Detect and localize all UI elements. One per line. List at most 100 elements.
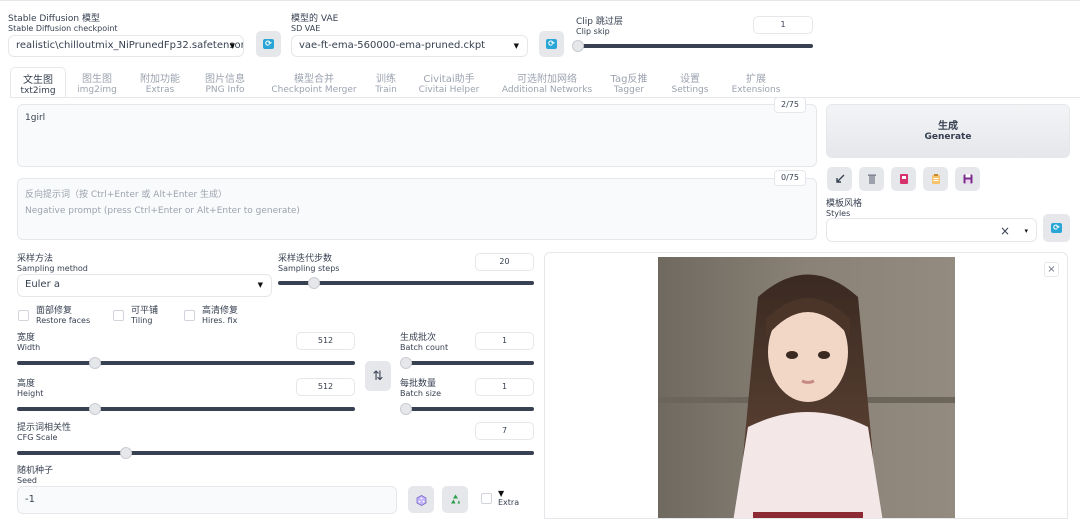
tab-label: 图片信息	[205, 74, 245, 85]
reuse-seed-button[interactable]	[442, 486, 468, 513]
apply-style-button[interactable]	[923, 167, 948, 191]
styles-label-en: Styles	[826, 209, 851, 218]
vae-select[interactable]: vae-ft-ema-560000-ema-pruned.ckpt ▼	[291, 35, 528, 57]
prompt-textarea[interactable]: 1girl	[17, 104, 817, 167]
generate-button[interactable]: 生成 Generate	[826, 104, 1070, 158]
sampling-steps-slider[interactable]	[278, 277, 534, 289]
width-label-zh: 宽度	[17, 333, 36, 343]
batch-count-slider[interactable]	[400, 357, 534, 369]
clipboard-icon	[931, 174, 940, 184]
tab-label-en: PNG Info	[205, 85, 245, 95]
tab-divider	[10, 97, 1080, 98]
tab-label: 扩展	[746, 74, 766, 85]
slider-knob[interactable]	[88, 403, 101, 415]
tab-tagger[interactable]: Tag反推 Tagger	[610, 67, 648, 98]
tab-txt2img[interactable]: 文生图 txt2img	[10, 67, 66, 98]
batch-count-label: 生成批次 Batch count	[400, 334, 448, 353]
styles-select[interactable]: × ▾	[826, 218, 1037, 242]
tab-civitai-helper[interactable]: Civitai助手 Civitai Helper	[418, 67, 480, 98]
slider-knob[interactable]	[400, 403, 412, 415]
tab-img2img[interactable]: 图生图 img2img	[72, 67, 122, 98]
checkpoint-label: Stable Diffusion 模型 Stable Diffusion che…	[8, 14, 118, 34]
cfg-scale-label: 提示词相关性 CFG Scale	[17, 423, 72, 443]
checkbox-label-zh: 高清修复	[202, 306, 239, 316]
sampling-method-select[interactable]: Euler a ▼	[17, 274, 272, 297]
negative-prompt-textarea[interactable]: 反向提示词（按 Ctrl+Enter 或 Alt+Enter 生成） Negat…	[17, 178, 817, 240]
batch-size-slider[interactable]	[400, 403, 534, 415]
save-icon	[963, 174, 972, 184]
batch-count-input[interactable]: 1	[475, 332, 534, 350]
tab-label: 文生图	[23, 75, 53, 86]
clear-icon[interactable]: ×	[1000, 221, 1010, 241]
cfg-scale-slider[interactable]	[17, 447, 534, 459]
swap-dimensions-button[interactable]: ⇅	[365, 361, 391, 391]
height-slider[interactable]	[17, 403, 355, 415]
top-border	[0, 0, 1080, 1]
slider-knob[interactable]	[88, 357, 101, 369]
hires-fix-checkbox[interactable]	[184, 310, 195, 321]
tiling-checkbox[interactable]	[113, 310, 124, 321]
tab-png-info[interactable]: 图片信息 PNG Info	[198, 67, 252, 98]
checkpoint-select[interactable]: realistic\chilloutmix_NiPrunedFp32.safet…	[8, 35, 244, 57]
refresh-checkpoint-button[interactable]: ⟳	[256, 31, 281, 57]
styles-label-zh: 模板风格	[826, 199, 863, 209]
seed-label-zh: 随机种子	[17, 466, 54, 476]
seed-label-en: Seed	[17, 476, 37, 485]
save-style-button[interactable]	[955, 167, 980, 191]
tab-additional-networks[interactable]: 可选附加网络 Additional Networks	[498, 67, 596, 98]
cfg-scale-input[interactable]: 7	[475, 422, 534, 440]
width-slider[interactable]	[17, 357, 355, 369]
tab-extras[interactable]: 附加功能 Extras	[134, 67, 186, 98]
clip-skip-slider[interactable]	[572, 40, 813, 52]
slider-knob[interactable]	[307, 277, 320, 289]
width-input[interactable]: 512	[296, 332, 355, 350]
sampling-steps-label: 采样迭代步数 Sampling steps	[278, 255, 339, 274]
tab-checkpoint-merger[interactable]: 模型合并 Checkpoint Merger	[266, 67, 362, 98]
refresh-icon: ⟳	[546, 39, 557, 49]
restore-faces-checkbox[interactable]	[18, 310, 29, 321]
sampling-steps-input[interactable]: 20	[475, 253, 534, 271]
extra-seed-checkbox[interactable]	[481, 493, 492, 504]
clip-skip-input[interactable]: 1	[753, 16, 813, 34]
cfg-scale-label-zh: 提示词相关性	[17, 423, 72, 433]
tab-label: 模型合并	[294, 74, 334, 85]
refresh-icon: ⟳	[263, 39, 274, 49]
generate-label-zh: 生成	[938, 121, 958, 132]
style-card-icon	[899, 174, 908, 184]
arrow-icon	[835, 174, 844, 183]
checkbox-label-en: Restore faces	[36, 316, 91, 325]
read-params-button[interactable]	[827, 167, 852, 191]
tab-label-en: Train	[375, 85, 397, 95]
seed-input[interactable]: -1	[17, 486, 397, 514]
random-seed-button[interactable]	[408, 486, 434, 513]
negative-prompt-placeholder-en: Negative prompt (press Ctrl+Enter or Alt…	[25, 206, 300, 216]
slider-knob[interactable]	[400, 357, 412, 369]
tab-label: Tag反推	[610, 74, 648, 85]
chevron-down-icon: ▼	[257, 281, 263, 289]
refresh-styles-button[interactable]: ⟳	[1043, 214, 1070, 242]
clear-prompt-button[interactable]	[859, 167, 884, 191]
negative-prompt-token-counter: 0/75	[774, 170, 806, 186]
slider-knob[interactable]	[119, 447, 132, 459]
tab-label-en: img2img	[77, 85, 117, 95]
checkbox-label-zh: 可平铺	[131, 306, 159, 316]
refresh-vae-button[interactable]: ⟳	[539, 31, 564, 57]
dice-icon	[416, 494, 426, 506]
tab-train[interactable]: 训练 Train	[372, 67, 400, 98]
tab-extensions[interactable]: 扩展 Extensions	[730, 67, 782, 98]
close-icon[interactable]: ×	[1044, 262, 1059, 277]
generated-image[interactable]	[658, 257, 955, 518]
height-input[interactable]: 512	[296, 378, 355, 396]
slider-knob[interactable]	[572, 40, 584, 52]
batch-size-label-en: Batch size	[400, 389, 442, 398]
batch-size-input[interactable]: 1	[475, 378, 534, 396]
tab-label: 附加功能	[140, 74, 180, 85]
tab-label-en: Settings	[671, 85, 709, 95]
output-gallery: ×	[544, 252, 1068, 519]
tab-settings[interactable]: 设置 Settings	[670, 67, 710, 98]
checkpoint-label-zh: Stable Diffusion 模型	[8, 14, 100, 24]
clip-skip-label-zh: Clip 跳过层	[576, 17, 623, 27]
tab-label-en: Checkpoint Merger	[271, 85, 357, 95]
chevron-down-icon: ▼	[498, 489, 505, 498]
extra-networks-button[interactable]	[891, 167, 916, 191]
